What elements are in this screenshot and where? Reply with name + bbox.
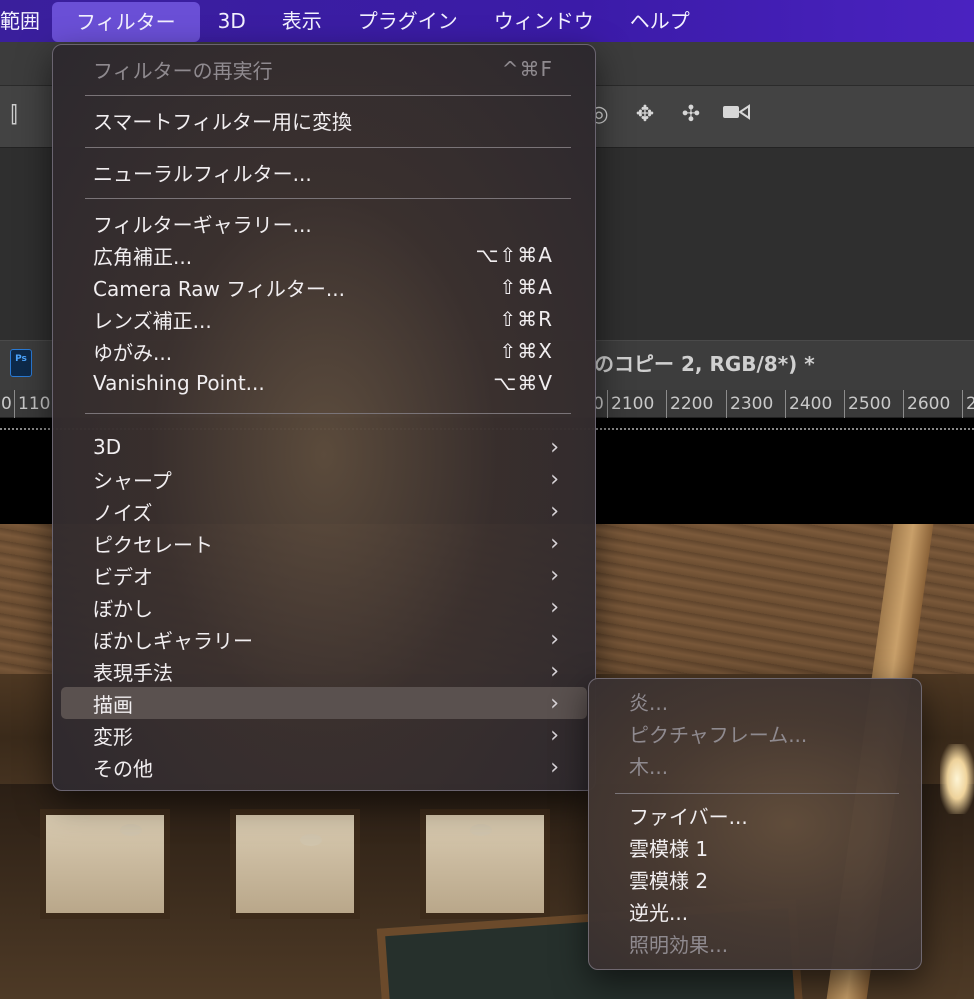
menu-item-stylize[interactable]: 表現手法 › [61,655,587,687]
chevron-right-icon: › [550,754,559,780]
menu-item-fibers[interactable]: ファイバー... [597,801,915,833]
menu-plugins[interactable]: プラグイン [340,0,476,42]
chevron-right-icon: › [550,626,559,652]
ruler-tick: 2100 [607,390,654,418]
shortcut-label: ⌥⇧⌘A [475,243,553,267]
document-tab-title[interactable]: のコピー 2, RGB/8*) * [594,341,815,391]
menu-separator [615,793,899,794]
menu-item-lighting-effects: 照明効果... [629,933,729,957]
ruler-tick: 110 [14,390,50,418]
filter-menu: フィルターの再実行 ^⌘F スマートフィルター用に変換 ニューラルフィルター...… [52,44,596,791]
chevron-right-icon: › [550,434,559,460]
menu-filter[interactable]: フィルター [52,1,200,42]
ruler-tick: 2400 [785,390,832,418]
menu-item-clouds-1[interactable]: 雲模様 1 [597,833,915,865]
image-window [40,809,170,919]
menu-range[interactable]: 範囲 [0,0,52,42]
shortcut-label: ⇧⌘X [499,339,553,363]
menu-item-neural-filters[interactable]: ニューラルフィルター... [61,156,587,188]
menu-item-picture-frame: ピクチャフレーム... [629,723,808,747]
shortcut-label: ⇧⌘A [499,275,553,299]
menu-item-vanishing-point[interactable]: Vanishing Point... ⌥⌘V [61,367,587,399]
menu-item-other[interactable]: その他 › [61,751,587,783]
chevron-right-icon: › [550,466,559,492]
menu-item-3d[interactable]: 3D › [61,431,587,463]
menu-separator [85,95,571,96]
menu-item-tree: 木... [629,755,669,779]
slide-3d-icon[interactable]: ✣ [676,100,706,130]
menu-view[interactable]: 表示 [264,0,340,42]
menu-item-blur-gallery[interactable]: ぼかしギャラリー › [61,623,587,655]
camera-3d-icon[interactable] [722,100,752,130]
chevron-right-icon: › [550,722,559,748]
ruler-tick: 2300 [726,390,773,418]
chevron-right-icon: › [550,498,559,524]
menu-item-camera-raw-filter[interactable]: Camera Raw フィルター... ⇧⌘A [61,271,587,303]
menu-window[interactable]: ウィンドウ [476,0,612,42]
menu-item-lens-correction[interactable]: レンズ補正... ⇧⌘R [61,303,587,335]
render-submenu: 炎... ピクチャフレーム... 木... ファイバー... 雲模様 1 雲模様… [588,678,922,970]
ruler-tick: 0 [1,394,12,414]
image-lamp [300,834,322,846]
psd-file-icon: Ps [10,349,32,377]
menu-separator [85,413,571,414]
chevron-right-icon: › [550,658,559,684]
menu-item-reapply-filter: フィルターの再実行 ^⌘F [93,57,553,83]
chevron-right-icon: › [550,594,559,620]
align-icon[interactable]: ⫿ [0,102,28,130]
chevron-right-icon: › [550,690,559,716]
menu-item-flame: 炎... [629,691,669,715]
ruler-tick: 2 [962,390,974,418]
menu-item-filter-gallery[interactable]: フィルターギャラリー... [61,207,587,239]
chevron-right-icon: › [550,530,559,556]
menu-help[interactable]: ヘルプ [612,0,708,42]
ruler-tick: 2500 [844,390,891,418]
menu-item-pixelate[interactable]: ピクセレート › [61,527,587,559]
menu-item-blur[interactable]: ぼかし › [61,591,587,623]
menu-3d[interactable]: 3D [200,0,264,42]
image-lamp [120,824,142,836]
menu-item-clouds-2[interactable]: 雲模様 2 [597,865,915,897]
menu-item-liquify[interactable]: ゆがみ... ⇧⌘X [61,335,587,367]
menu-item-render[interactable]: 描画 › [61,687,587,719]
shortcut-label: ^⌘F [501,57,553,81]
menu-item-sharpen[interactable]: シャープ › [61,463,587,495]
pan-3d-icon[interactable]: ✥ [630,100,660,130]
image-wall-light [940,744,974,814]
menu-item-noise[interactable]: ノイズ › [61,495,587,527]
image-lamp [470,824,492,836]
ruler-tick: 2200 [666,390,713,418]
menu-bar: 範囲 フィルター 3D 表示 プラグイン ウィンドウ ヘルプ [0,0,974,42]
menu-separator [85,198,571,199]
chevron-right-icon: › [550,562,559,588]
ruler-tick: 2600 [903,390,950,418]
menu-item-adaptive-wide-angle[interactable]: 広角補正... ⌥⇧⌘A [61,239,587,271]
menu-item-lens-flare[interactable]: 逆光... [597,897,915,929]
menu-item-video[interactable]: ビデオ › [61,559,587,591]
shortcut-label: ⌥⌘V [493,371,553,395]
shortcut-label: ⇧⌘R [499,307,553,331]
menu-item-convert-smart-filter[interactable]: スマートフィルター用に変換 [61,104,587,136]
menu-separator [85,147,571,148]
image-window [230,809,360,919]
menu-item-distort[interactable]: 変形 › [61,719,587,751]
